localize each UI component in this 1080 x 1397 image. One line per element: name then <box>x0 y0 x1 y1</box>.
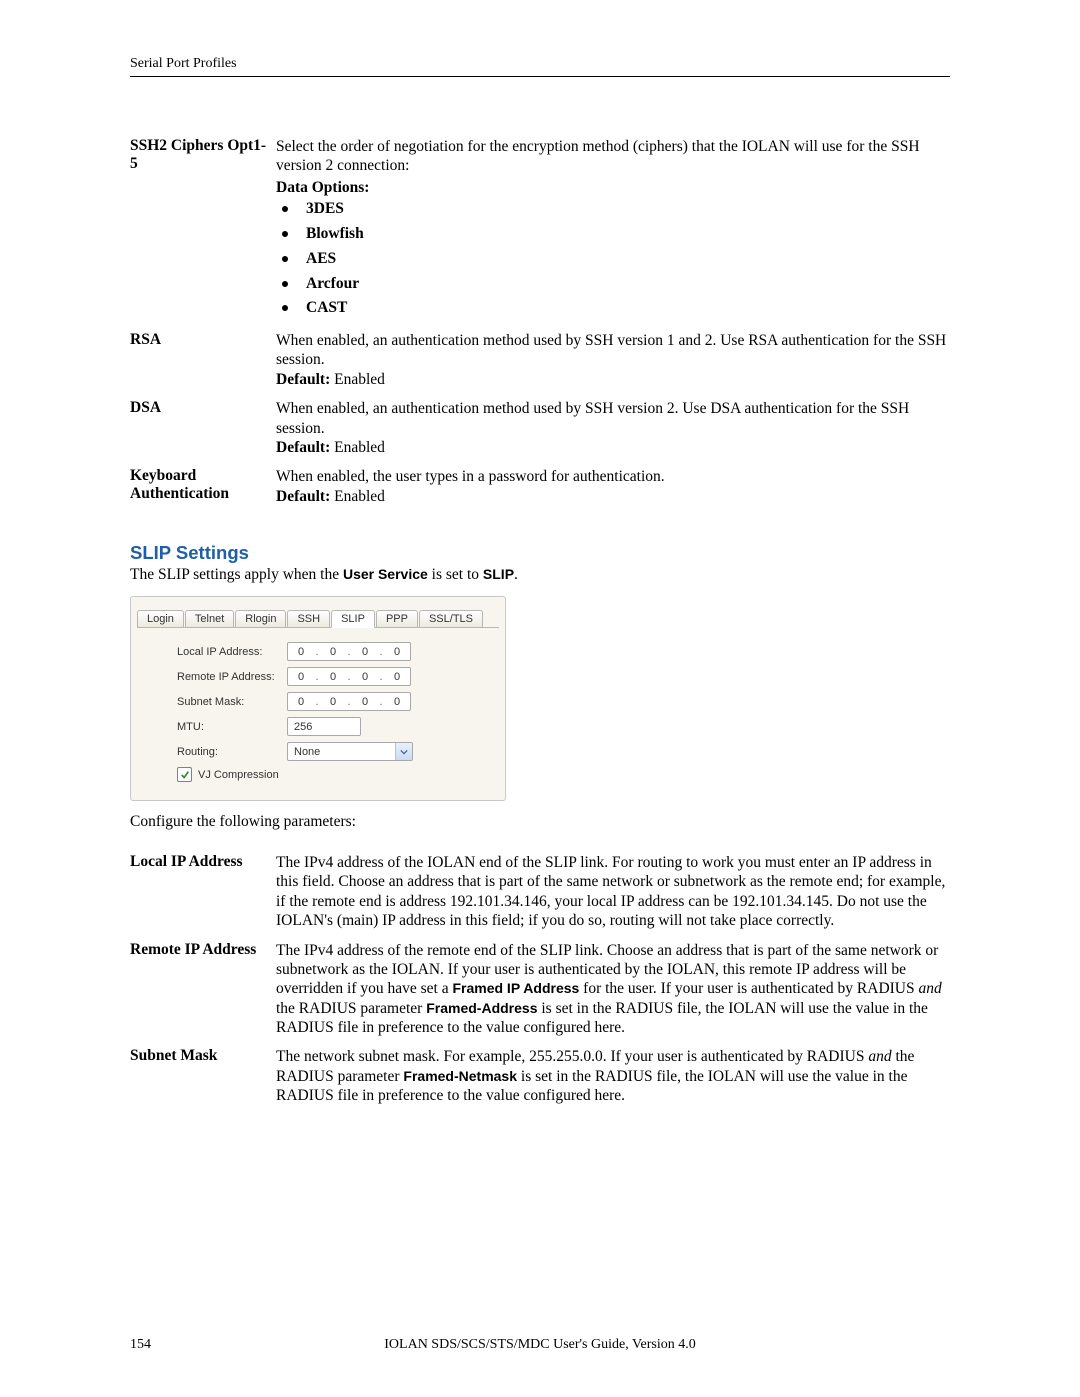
slip-intro: The SLIP settings apply when the User Se… <box>130 566 950 584</box>
default-value: Enabled <box>334 371 385 388</box>
cipher-item: Blowfish <box>276 222 950 247</box>
label-subnet-mask-param: Subnet Mask <box>130 1047 276 1115</box>
label-remote-ip-address: Remote IP Address <box>130 941 276 1048</box>
desc-rsa: When enabled, an authentication method u… <box>276 332 946 368</box>
default-label: Default: <box>276 371 330 388</box>
chevron-down-icon <box>395 743 412 760</box>
tab-ssh[interactable]: SSH <box>287 610 330 627</box>
section-heading-slip: SLIP Settings <box>130 542 950 564</box>
vj-compression-checkbox[interactable]: VJ Compression <box>177 767 279 782</box>
tab-login[interactable]: Login <box>137 610 184 627</box>
label-dsa: DSA <box>130 399 276 467</box>
label-local-ip: Local IP Address: <box>177 646 287 658</box>
label-keyboard-auth: Keyboard Authentication <box>130 467 276 516</box>
desc-subnet-mask-param: The network subnet mask. For example, 25… <box>276 1047 950 1115</box>
data-options-label: Data Options: <box>276 178 950 197</box>
label-ssh2: SSH2 Ciphers Opt1-5 <box>130 137 276 331</box>
desc-ssh2: Select the order of negotiation for the … <box>276 138 920 174</box>
page-header: Serial Port Profiles <box>130 56 950 72</box>
header-rule <box>130 76 950 77</box>
label-rsa: RSA <box>130 331 276 399</box>
tab-ppp[interactable]: PPP <box>376 610 418 627</box>
default-value: Enabled <box>334 439 385 456</box>
desc-dsa: When enabled, an authentication method u… <box>276 400 909 436</box>
desc-remote-ip-address: The IPv4 address of the remote end of th… <box>276 941 950 1048</box>
tab-strip: Login Telnet Rlogin SSH SLIP PPP SSL/TLS <box>131 597 505 627</box>
label-routing: Routing: <box>177 746 287 758</box>
subnet-mask-input[interactable]: 0. 0. 0. 0 <box>287 692 411 711</box>
default-value: Enabled <box>334 488 385 505</box>
default-label: Default: <box>276 488 330 505</box>
tab-telnet[interactable]: Telnet <box>185 610 234 627</box>
mtu-input[interactable]: 256 <box>287 717 361 736</box>
label-local-ip-address: Local IP Address <box>130 853 276 941</box>
cipher-item: Arcfour <box>276 272 950 297</box>
default-label: Default: <box>276 439 330 456</box>
routing-select[interactable]: None <box>287 742 413 761</box>
label-remote-ip: Remote IP Address: <box>177 671 287 683</box>
vj-label: VJ Compression <box>198 769 279 781</box>
label-mtu: MTU: <box>177 721 287 733</box>
definitions-ssh: SSH2 Ciphers Opt1-5 Select the order of … <box>130 137 950 516</box>
remote-ip-input[interactable]: 0. 0. 0. 0 <box>287 667 411 686</box>
footer-text: IOLAN SDS/SCS/STS/MDC User's Guide, Vers… <box>130 1337 950 1353</box>
tab-ssltls[interactable]: SSL/TLS <box>419 610 483 627</box>
checkbox-icon <box>177 767 192 782</box>
label-subnet-mask: Subnet Mask: <box>177 696 287 708</box>
desc-local-ip-address: The IPv4 address of the IOLAN end of the… <box>276 853 950 941</box>
tab-slip[interactable]: SLIP <box>331 610 375 628</box>
tab-rlogin[interactable]: Rlogin <box>235 610 286 627</box>
desc-keyboard-auth: When enabled, the user types in a passwo… <box>276 468 665 485</box>
local-ip-input[interactable]: 0. 0. 0. 0 <box>287 642 411 661</box>
slip-settings-panel: Login Telnet Rlogin SSH SLIP PPP SSL/TLS… <box>130 596 506 801</box>
cipher-item: CAST <box>276 296 950 321</box>
cipher-item: 3DES <box>276 197 950 222</box>
configure-intro: Configure the following parameters: <box>130 813 950 831</box>
cipher-item: AES <box>276 247 950 272</box>
definitions-params: Local IP Address The IPv4 address of the… <box>130 853 950 1116</box>
